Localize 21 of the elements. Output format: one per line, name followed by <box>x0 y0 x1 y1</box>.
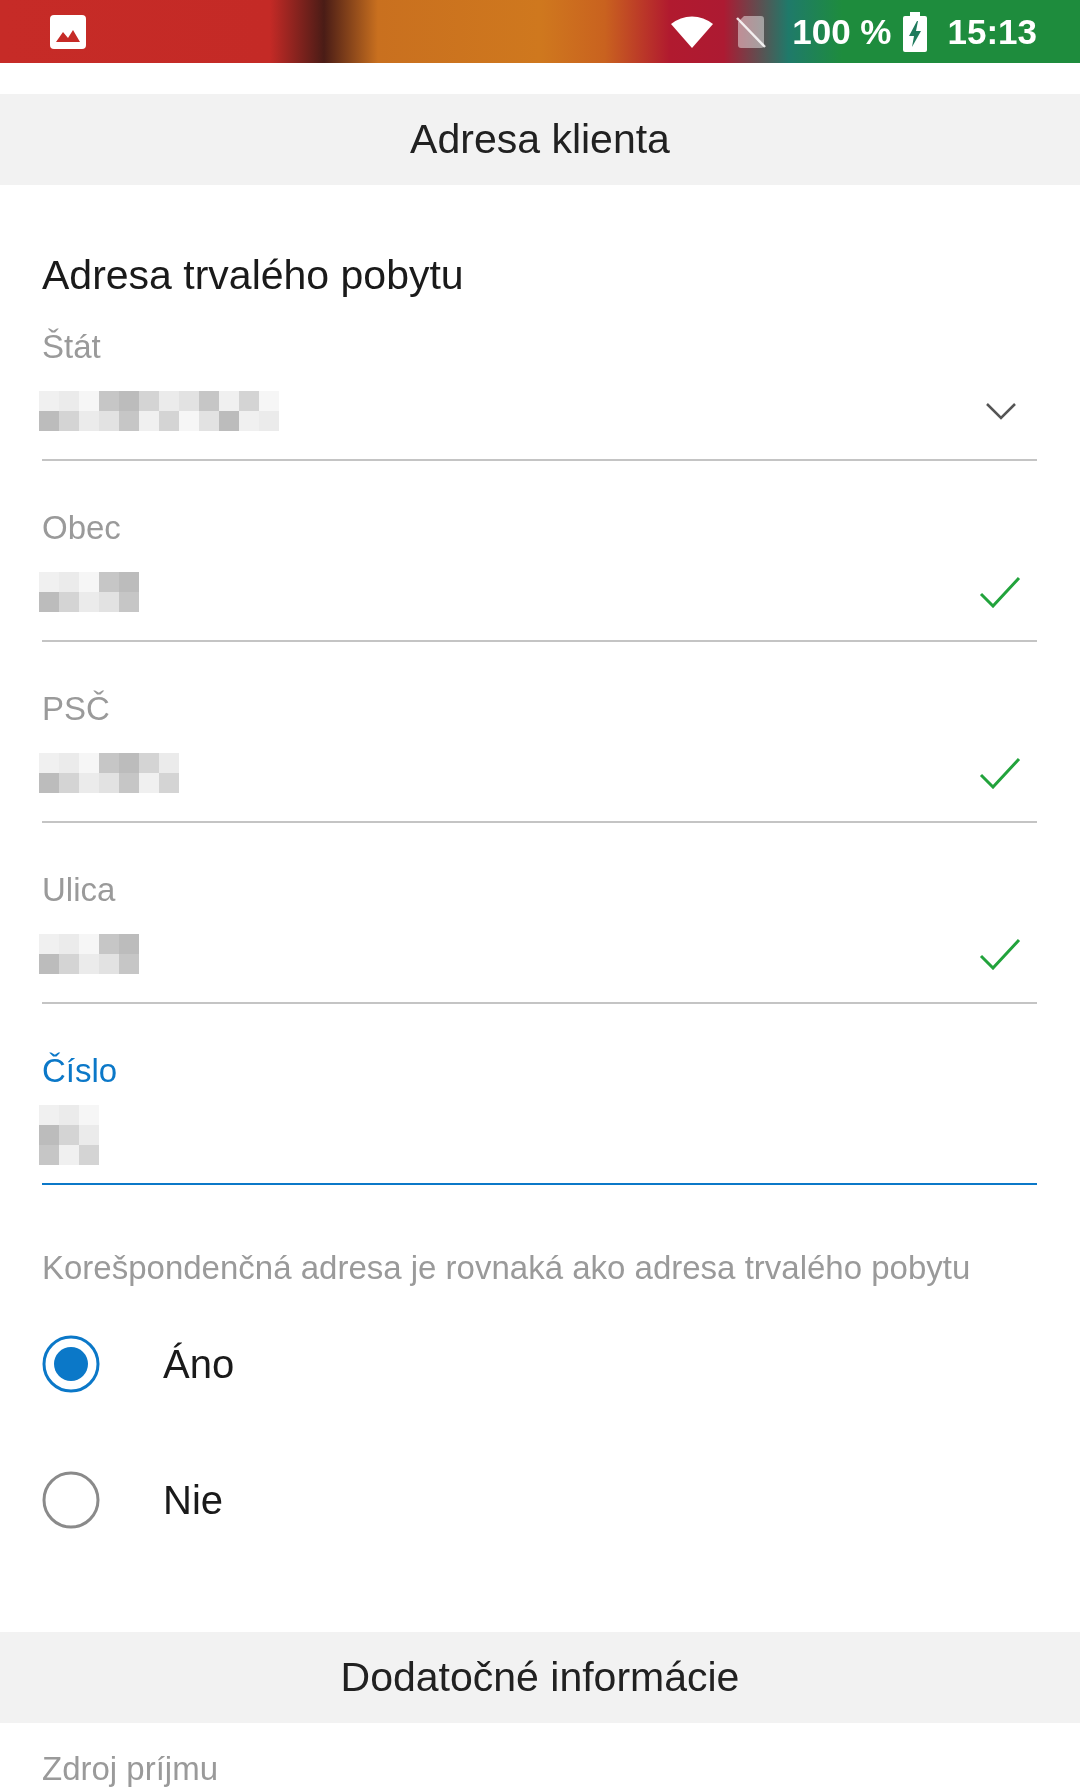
dropdown-field[interactable]: Štát <box>42 329 1037 461</box>
wifi-icon <box>670 14 715 49</box>
question-text: Korešpondenčná adresa je rovnaká ako adresa trvalého pobytu <box>42 1250 972 1286</box>
radio-option[interactable]: Nie <box>42 1460 224 1540</box>
section-header: Adresa klienta <box>0 94 1080 185</box>
radio-button-icon[interactable] <box>42 1471 100 1529</box>
pixelated-value-drawing <box>39 1105 99 1165</box>
sim-off-icon <box>735 14 768 49</box>
text-field[interactable]: Obec <box>42 510 1037 642</box>
text-field[interactable]: PSČ <box>42 691 1037 823</box>
field-label: Zdroj príjmu <box>42 1751 220 1787</box>
image-icon <box>50 14 86 49</box>
section-title: Adresa trvalého pobytu <box>42 253 465 297</box>
section-header: Dodatočné informácie <box>0 1632 1080 1723</box>
radio-option[interactable]: Áno <box>42 1324 235 1404</box>
text-field[interactable]: Ulica <box>42 872 1037 1004</box>
text-field[interactable]: Číslo <box>42 1053 1037 1185</box>
radio-button-icon[interactable] <box>42 1335 100 1393</box>
clock: 15:13 <box>947 11 1037 52</box>
battery-percentage: 100 % <box>792 11 892 52</box>
chevron-down-icon[interactable] <box>985 402 1017 420</box>
